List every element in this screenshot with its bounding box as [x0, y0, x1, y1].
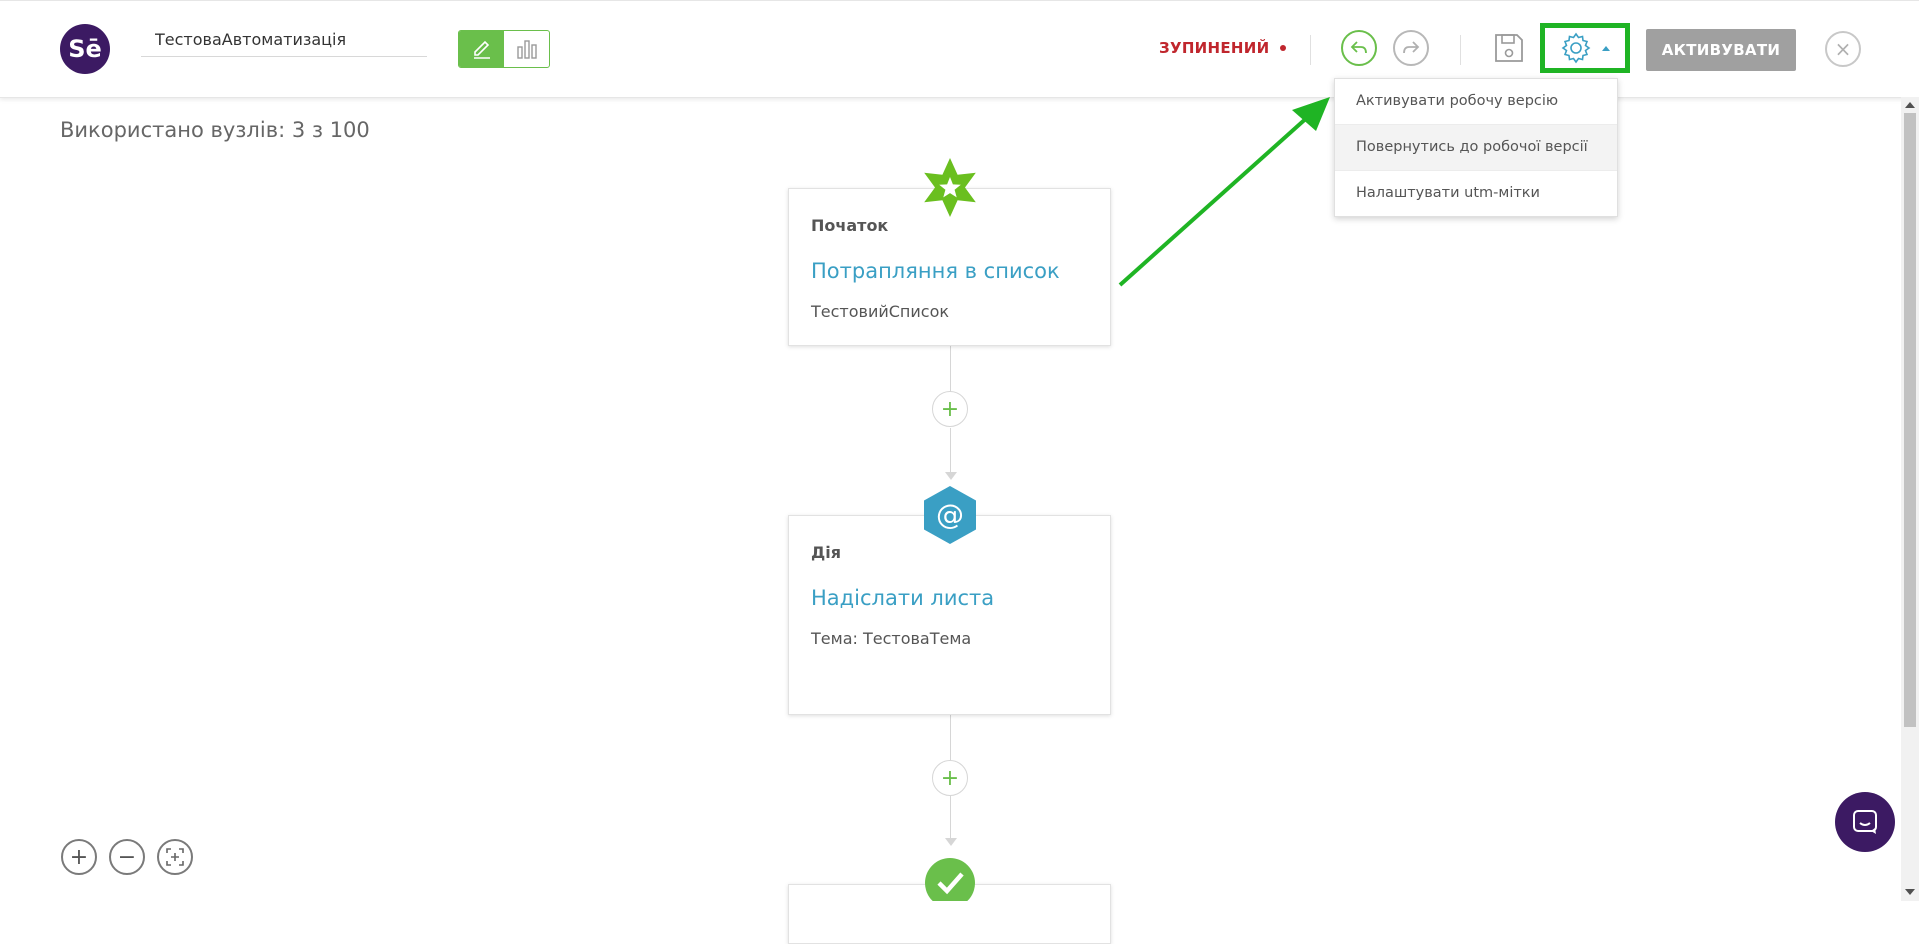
bar-chart-icon: [516, 40, 537, 59]
plus-icon: +: [69, 844, 89, 870]
nodes-used-counter: Використано вузлів: 3 з 100: [60, 118, 370, 142]
node-description: Тема: ТестоваТема: [811, 629, 972, 648]
node-action-card[interactable]: Дія Надіслати листа Тема: ТестоваТема: [788, 515, 1111, 715]
pencil-icon: [473, 40, 490, 59]
fit-screen-icon: [166, 848, 184, 866]
check-circle-icon: [925, 858, 975, 901]
automation-name-input[interactable]: [141, 23, 427, 57]
vertical-scrollbar[interactable]: [1901, 97, 1919, 901]
chat-widget-button[interactable]: [1835, 792, 1895, 852]
at-icon: @: [924, 486, 976, 544]
fit-to-screen-button[interactable]: [157, 839, 193, 875]
caret-up-icon: [1602, 46, 1610, 51]
minus-icon: −: [117, 844, 137, 870]
status-dot: [1279, 45, 1286, 51]
node-description: ТестовийСписок: [811, 302, 950, 321]
add-node-button[interactable]: +: [932, 760, 968, 796]
save-icon: [1495, 34, 1523, 62]
status-label: ЗУПИНЕНИЙ: [1159, 39, 1270, 57]
connector-line: [950, 428, 951, 474]
close-icon: ×: [1834, 37, 1852, 61]
menu-item-activate-working-version[interactable]: Активувати робочу версію: [1335, 79, 1617, 125]
top-bar: Sē ЗУПИНЕНИЙ: [0, 0, 1919, 98]
node-title[interactable]: Надіслати листа: [811, 586, 994, 610]
menu-item-utm-settings[interactable]: Налаштувати utm-мітки: [1335, 171, 1617, 216]
connector-line: [950, 714, 951, 760]
node-type-label: Дія: [811, 543, 842, 562]
stats-mode-button[interactable]: [504, 31, 549, 67]
undo-button[interactable]: [1341, 30, 1377, 66]
chat-icon: [1853, 810, 1877, 834]
connector-arrowhead: [945, 472, 957, 480]
zoom-in-button[interactable]: +: [61, 839, 97, 875]
settings-button[interactable]: [1540, 23, 1630, 73]
app-logo[interactable]: Sē: [60, 24, 110, 74]
mode-toggle: [458, 30, 550, 68]
zoom-out-button[interactable]: −: [109, 839, 145, 875]
add-node-button[interactable]: +: [932, 391, 968, 427]
save-button[interactable]: [1491, 30, 1527, 66]
gear-icon: [1561, 32, 1591, 64]
node-title[interactable]: Потрапляння в список: [811, 259, 1060, 283]
connector-line: [950, 796, 951, 838]
status-indicator: ЗУПИНЕНИЙ: [1159, 39, 1286, 57]
svg-text:@: @: [936, 498, 964, 531]
edit-mode-button[interactable]: [459, 31, 504, 67]
connector-arrowhead: [945, 838, 957, 846]
scroll-down-arrow-icon[interactable]: [1905, 889, 1915, 895]
scroll-up-arrow-icon[interactable]: [1905, 102, 1915, 108]
divider: [1460, 35, 1461, 65]
star-icon: [924, 158, 976, 217]
settings-dropdown-menu: Активувати робочу версію Повернутись до …: [1334, 78, 1618, 217]
menu-item-revert-working-version[interactable]: Повернутись до робочої версії: [1335, 125, 1617, 171]
redo-icon: [1403, 41, 1420, 54]
undo-icon: [1350, 41, 1367, 54]
divider: [1310, 35, 1311, 65]
node-type-label: Початок: [811, 216, 889, 235]
scrollbar-thumb[interactable]: [1904, 113, 1916, 727]
close-button[interactable]: ×: [1825, 31, 1861, 67]
activate-button[interactable]: АКТИВУВАТИ: [1646, 29, 1796, 71]
redo-button[interactable]: [1393, 30, 1429, 66]
